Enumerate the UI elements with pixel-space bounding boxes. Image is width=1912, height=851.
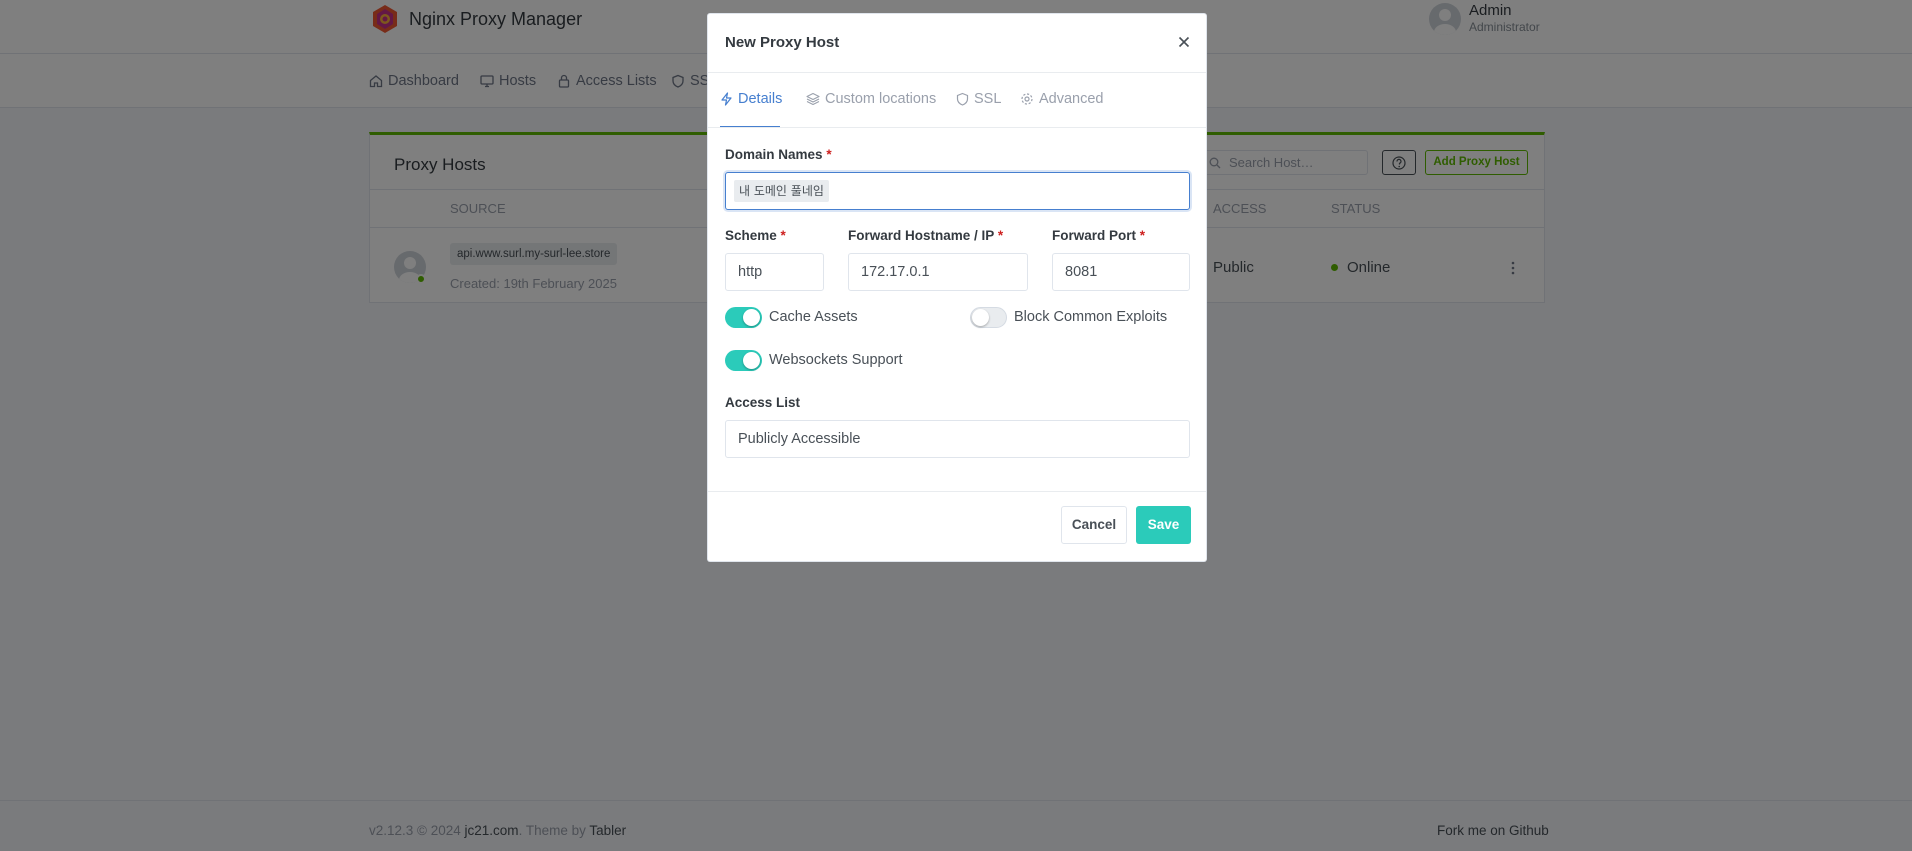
layers-icon — [806, 92, 820, 106]
save-button[interactable]: Save — [1136, 506, 1191, 544]
websockets-toggle[interactable] — [725, 350, 762, 371]
tab-ssl[interactable]: SSL — [956, 91, 1001, 107]
tab-custom-locations[interactable]: Custom locations — [806, 91, 936, 107]
domain-tag[interactable]: 내 도메인 풀네임 — [734, 180, 829, 202]
divider — [708, 72, 1206, 73]
shield-icon — [956, 92, 969, 106]
bolt-icon — [721, 92, 732, 106]
forward-host-label-text: Forward Hostname / IP — [848, 228, 995, 243]
forward-host-input[interactable]: 172.17.0.1 — [848, 253, 1028, 291]
forward-port-label: Forward Port * — [1052, 228, 1145, 243]
cache-assets-label: Cache Assets — [769, 309, 858, 325]
cache-assets-toggle[interactable] — [725, 307, 762, 328]
forward-host-label: Forward Hostname / IP * — [848, 228, 1003, 243]
domain-names-label: Domain Names * — [725, 147, 832, 162]
domain-names-label-text: Domain Names — [725, 147, 823, 162]
tab-custom-locations-label: Custom locations — [825, 91, 937, 107]
tab-ssl-label: SSL — [974, 91, 1002, 107]
domain-names-input[interactable]: 내 도메인 풀네임 — [725, 172, 1190, 210]
block-exploits-label: Block Common Exploits — [1014, 309, 1168, 325]
toggle-knob — [972, 309, 989, 326]
scheme-label: Scheme * — [725, 228, 786, 243]
modal-title: New Proxy Host — [725, 34, 840, 51]
gear-icon — [1021, 93, 1033, 105]
cancel-button[interactable]: Cancel — [1061, 506, 1127, 544]
required-mark: * — [997, 228, 1004, 243]
scheme-label-text: Scheme — [725, 228, 777, 243]
required-mark: * — [780, 228, 786, 243]
websockets-label: Websockets Support — [769, 352, 903, 368]
divider — [708, 491, 1206, 492]
required-mark: * — [826, 147, 832, 162]
required-mark: * — [1139, 228, 1146, 243]
toggle-knob — [743, 352, 760, 369]
forward-port-input[interactable]: 8081 — [1052, 253, 1190, 291]
forward-port-label-text: Forward Port — [1052, 228, 1137, 243]
new-proxy-host-modal: New Proxy Host Details Custom locations … — [707, 13, 1207, 562]
close-icon[interactable] — [1176, 34, 1192, 50]
toggle-knob — [743, 309, 760, 326]
block-exploits-toggle[interactable] — [970, 307, 1007, 328]
tab-details-label: Details — [738, 91, 783, 107]
tab-advanced-label: Advanced — [1039, 91, 1104, 107]
access-list-label: Access List — [725, 395, 801, 410]
divider — [708, 127, 1206, 128]
tab-details[interactable]: Details — [720, 91, 782, 107]
access-list-select[interactable]: Publicly Accessible — [725, 420, 1190, 458]
tab-advanced[interactable]: Advanced — [1020, 91, 1104, 107]
scheme-input[interactable]: http — [725, 253, 824, 291]
